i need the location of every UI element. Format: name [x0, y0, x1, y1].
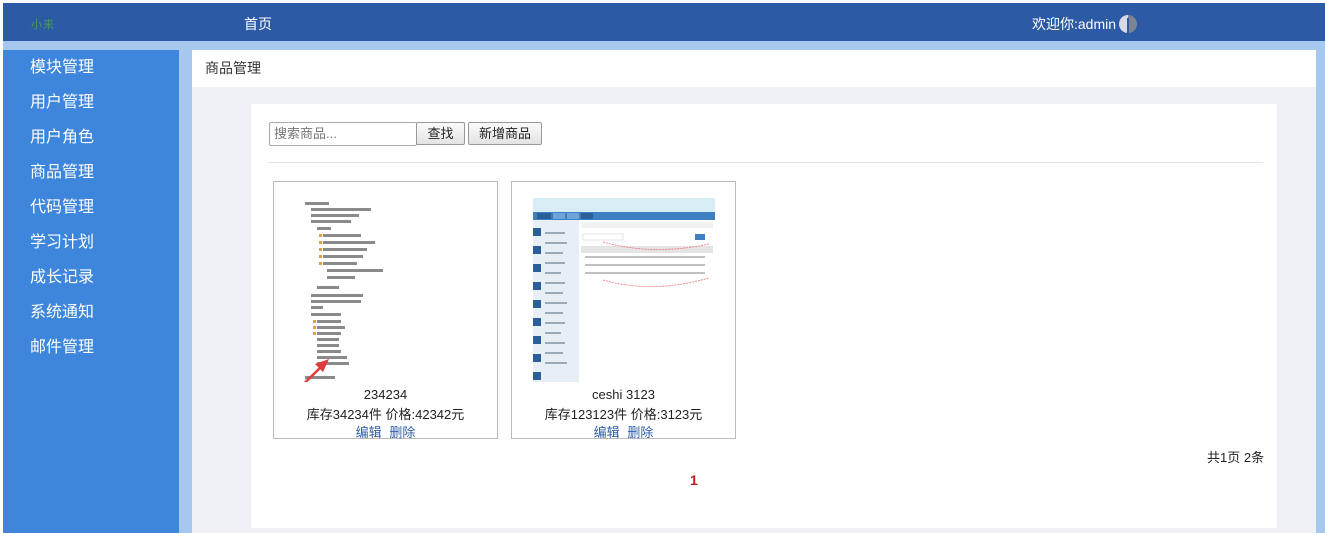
top-navigation-bar: 小来 首页 欢迎你:admin [3, 3, 1325, 41]
delete-link[interactable]: 删除 [389, 425, 415, 440]
product-image[interactable] [295, 198, 477, 382]
sidebar-item-study-plan[interactable]: 学习计划 [3, 225, 179, 260]
product-name: 234234 [363, 387, 408, 402]
sidebar-item-modules[interactable]: 模块管理 [3, 50, 179, 85]
edit-link[interactable]: 编辑 [356, 425, 382, 440]
sidebar-item-users[interactable]: 用户管理 [3, 85, 179, 120]
product-actions: 编辑 删除 [512, 422, 735, 441]
sidebar-item-notifications[interactable]: 系统通知 [3, 295, 179, 330]
breadcrumb: 商品管理 [192, 50, 1316, 87]
find-button[interactable]: 查找 [416, 122, 465, 145]
product-name: ceshi 3123 [592, 387, 655, 402]
product-image[interactable] [533, 198, 715, 382]
product-stock-price: 库存34234件 价格:42342元 [306, 407, 465, 422]
delete-link[interactable]: 删除 [627, 425, 653, 440]
sidebar-item-mail[interactable]: 邮件管理 [3, 330, 179, 365]
product-card: 234234 库存34234件 价格:42342元 编辑 删除 [273, 181, 498, 441]
add-product-button[interactable]: 新增商品 [468, 122, 542, 145]
sidebar-item-products[interactable]: 商品管理 [3, 155, 179, 190]
page-title: 商品管理 [205, 60, 261, 76]
user-avatar-icon[interactable] [1119, 15, 1138, 33]
product-card: ceshi 3123 库存123123件 价格:3123元 编辑 删除 [511, 181, 736, 441]
pagination-page-current[interactable]: 1 [690, 472, 698, 488]
sidebar-item-user-roles[interactable]: 用户角色 [3, 120, 179, 155]
sidebar-item-growth-records[interactable]: 成长记录 [3, 260, 179, 295]
edit-link[interactable]: 编辑 [594, 425, 620, 440]
pagination-summary: 共1页 2条 [1207, 450, 1265, 465]
app-logo[interactable]: 小来 [31, 16, 55, 32]
user-welcome[interactable]: 欢迎你:admin [1032, 14, 1138, 34]
welcome-text: 欢迎你:admin [1032, 16, 1117, 32]
toolbar-divider [268, 162, 1263, 163]
sidebar-item-code[interactable]: 代码管理 [3, 190, 179, 225]
header-divider-bar [3, 41, 1325, 50]
product-stock-price: 库存123123件 价格:3123元 [544, 407, 703, 422]
sidebar: 模块管理 用户管理 用户角色 商品管理 代码管理 学习计划 成长记录 系统通知 … [3, 50, 179, 533]
search-input[interactable] [269, 122, 417, 146]
product-actions: 编辑 删除 [274, 422, 497, 441]
nav-home-link[interactable]: 首页 [244, 14, 272, 34]
